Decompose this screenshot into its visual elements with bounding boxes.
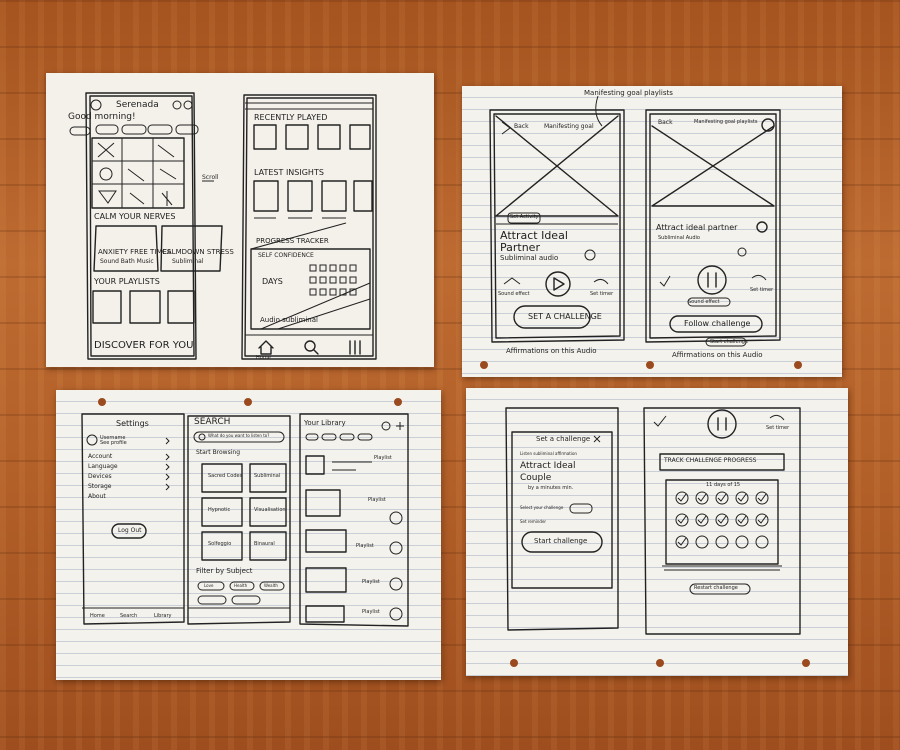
sketch-search-tile: Visualisation: [254, 507, 286, 513]
sketch-search-filter: Filter by Subject: [196, 567, 253, 575]
sketch-sheet-settings-search: Settings Username See profile Account La…: [56, 390, 441, 680]
sketch-settings-profile: Username See profile: [100, 435, 127, 446]
sketch-modal-title: Set a challenge: [536, 435, 591, 443]
sketch-header-label: Manifesting goal playlists: [694, 119, 758, 125]
sketch-small-button: Start challenge: [710, 339, 749, 345]
sketch-progress-tracker: PROGRESS TRACKER: [256, 237, 329, 245]
sketch-modal-body: Attract Ideal: [520, 461, 576, 471]
sketch-card-label: CALMDOWN STRESS: [162, 248, 234, 256]
sketch-left-label: Sound effect: [498, 291, 530, 297]
sketch-header-label: Manifesting goal: [544, 123, 594, 130]
sketch-caption: Affirmations on this Audio: [672, 351, 763, 359]
sketch-days: DAYS: [262, 277, 283, 286]
sketch-greeting: Good morning!: [68, 112, 136, 122]
sketch-back-label: Back: [514, 123, 529, 130]
sketch-latest-insights: LATEST INSIGHTS: [254, 168, 324, 177]
sketch-logout: Log Out: [118, 527, 142, 534]
sketch-search-tile: Sacred Codes: [208, 473, 243, 479]
sketch-subtitle: Subliminal audio: [500, 254, 559, 262]
sketch-search-tile: Subliminal: [254, 473, 281, 479]
sketch-settings-item: About: [88, 493, 106, 500]
sketch-card-label: ANXIETY FREE TIMES: [98, 248, 172, 256]
sketch-library-tag: Playlist: [356, 543, 374, 549]
sketch-search-tile: Solfeggio: [208, 541, 232, 547]
sketch-track-count: 11 days of 15: [706, 482, 741, 488]
sketch-tracker-sub: SELF CONFIDENCE: [258, 252, 314, 259]
sketch-search-chip: Love: [204, 583, 214, 588]
sketch-recently-played: RECENTLY PLAYED: [254, 113, 328, 122]
sketch-search-tile: Binaural: [254, 541, 275, 547]
sketch-manifest-note: Manifesting goal playlists: [584, 89, 673, 97]
sketch-nav-home: Home: [256, 355, 271, 361]
sketch-nav-item: Search: [120, 613, 138, 619]
sketch-nav-item: Home: [90, 613, 105, 619]
sketch-section-discover: DISCOVER FOR YOU: [94, 340, 194, 351]
sketch-settings-item: Devices: [88, 473, 112, 480]
sketch-sheet-home: Serenada Good morning! CALM YOUR NERVES …: [46, 73, 434, 367]
sketch-title: Attract Ideal: [500, 229, 568, 242]
sketch-title: Partner: [500, 241, 540, 254]
sketch-settings-title: Settings: [116, 419, 149, 428]
sketch-side-note: Scroll: [202, 174, 219, 181]
sketch-modal-button: Start challenge: [534, 537, 588, 545]
sketch-track-button: Restart challenge: [694, 585, 738, 591]
sketch-section-calm: CALM YOUR NERVES: [94, 212, 176, 221]
sketch-search-browse: Start Browsing: [196, 449, 240, 456]
sketch-modal-body: Listen subliminal affirmation: [520, 451, 577, 456]
sketch-sheet-challenge: Set a challenge Listen subliminal affirm…: [466, 388, 848, 676]
sketch-modal-reminder: Set reminder: [520, 519, 547, 524]
sketch-cta-label: Follow challenge: [684, 319, 751, 328]
sketch-caption: Affirmations on this Audio: [506, 347, 597, 355]
sketch-library-tag: Playlist: [374, 455, 392, 461]
sketch-subtitle: Subliminal Audio: [658, 235, 700, 241]
sketch-section-playlists: YOUR PLAYLISTS: [94, 277, 160, 286]
sketch-cta-label: SET A CHALLENGE: [528, 312, 602, 321]
sketch-search-tile: Hypnotic: [208, 507, 231, 513]
sketch-search-title: SEARCH: [194, 417, 231, 427]
sketch-library-title: Your Library: [304, 419, 346, 427]
sketch-right-label: Set timer: [590, 291, 614, 297]
sketch-modal-body: Couple: [520, 473, 552, 483]
sketch-modal-body: by a minutes min.: [528, 485, 574, 491]
sketch-right-label: Set timer: [750, 287, 774, 293]
sketch-left-label: Sound effect: [688, 299, 720, 305]
sketch-brand: Serenada: [116, 100, 159, 110]
sketch-audio-label: Audio subliminal: [260, 316, 318, 324]
sketch-tag: Set Activity: [510, 214, 539, 220]
sketch-search-chip: Wealth: [264, 583, 278, 588]
sketch-search-placeholder: What do you want to listen to?: [208, 433, 270, 438]
sketch-search-chip: Health: [234, 583, 248, 588]
sketch-back-label: Back: [658, 119, 673, 126]
sketch-card-sublabel: Subliminal: [172, 258, 204, 265]
sketch-library-tag: Playlist: [362, 609, 380, 615]
sketch-settings-item: Account: [88, 453, 113, 460]
sketch-settings-item: Language: [88, 463, 118, 470]
sketch-modal-select: Select your challenge: [520, 505, 564, 510]
sketch-settings-item: Storage: [88, 483, 112, 490]
sketch-library-tag: Playlist: [362, 579, 380, 585]
sketch-track-timer: Set timer: [766, 425, 790, 431]
sketch-nav-item: Library: [154, 613, 172, 619]
sketch-sheet-audio: Manifesting goal playlists Back Manifest…: [462, 86, 842, 377]
sketch-library-tag: Playlist: [368, 497, 386, 503]
sketch-card-sublabel: Sound Bath Music: [100, 258, 154, 265]
sketch-track-title: TRACK CHALLENGE PROGRESS: [664, 457, 757, 464]
sketch-title: Attract ideal partner: [656, 223, 738, 232]
